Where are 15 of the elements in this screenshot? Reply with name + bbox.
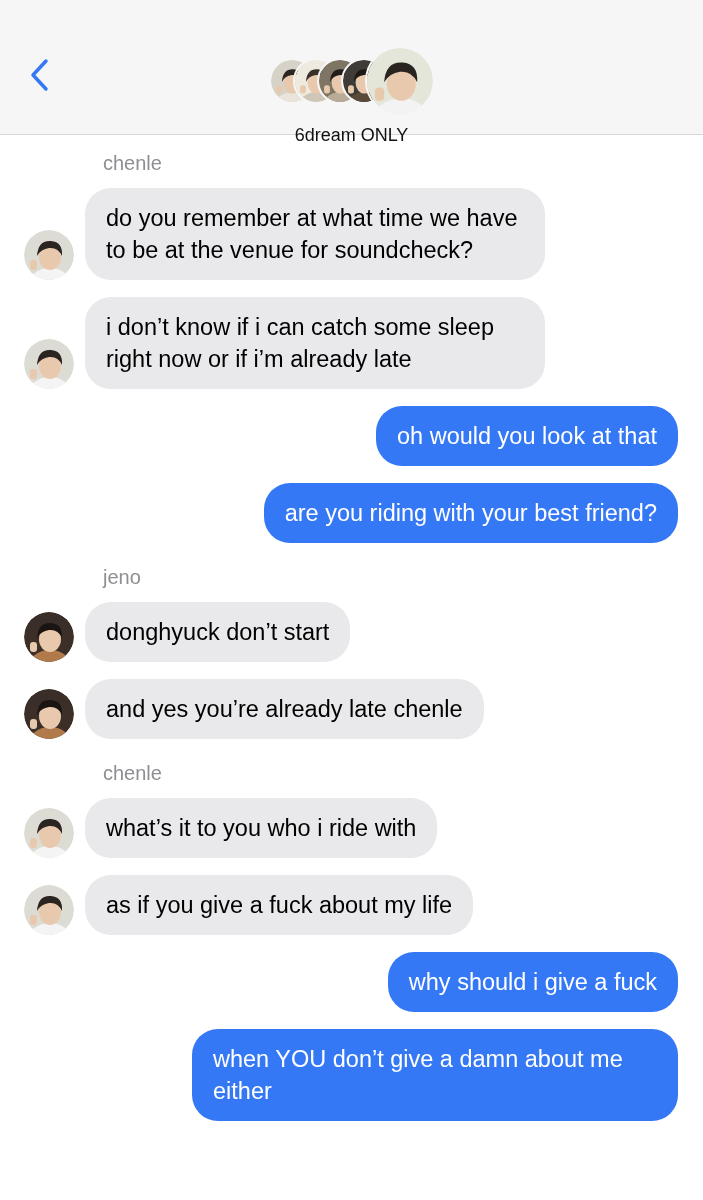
chat-title[interactable]: 6dream ONLY	[0, 124, 703, 146]
sender-name: jeno	[103, 565, 142, 589]
received-message: i don’t know if i can catch some sleep right now or if i’m already late	[85, 297, 545, 389]
sent-message: oh would you look at that	[376, 406, 678, 466]
received-message: do you remember at what time we have to be at the venue for soundcheck?	[85, 188, 545, 280]
sender-name: chenle	[103, 761, 163, 785]
sender-name: chenle	[103, 151, 163, 175]
sent-message: when YOU don’t give a damn about me either	[192, 1029, 678, 1121]
received-message: what’s it to you who i ride with	[85, 798, 438, 858]
sent-message: why should i give a fuck	[387, 952, 678, 1012]
received-message: donghyuck don’t start	[85, 602, 351, 662]
received-message: and yes you’re already late chenle	[85, 679, 484, 739]
back-icon[interactable]	[29, 58, 49, 92]
received-message: as if you give a fuck about my life	[85, 875, 474, 935]
sent-message: are you riding with your best friend?	[263, 483, 678, 543]
